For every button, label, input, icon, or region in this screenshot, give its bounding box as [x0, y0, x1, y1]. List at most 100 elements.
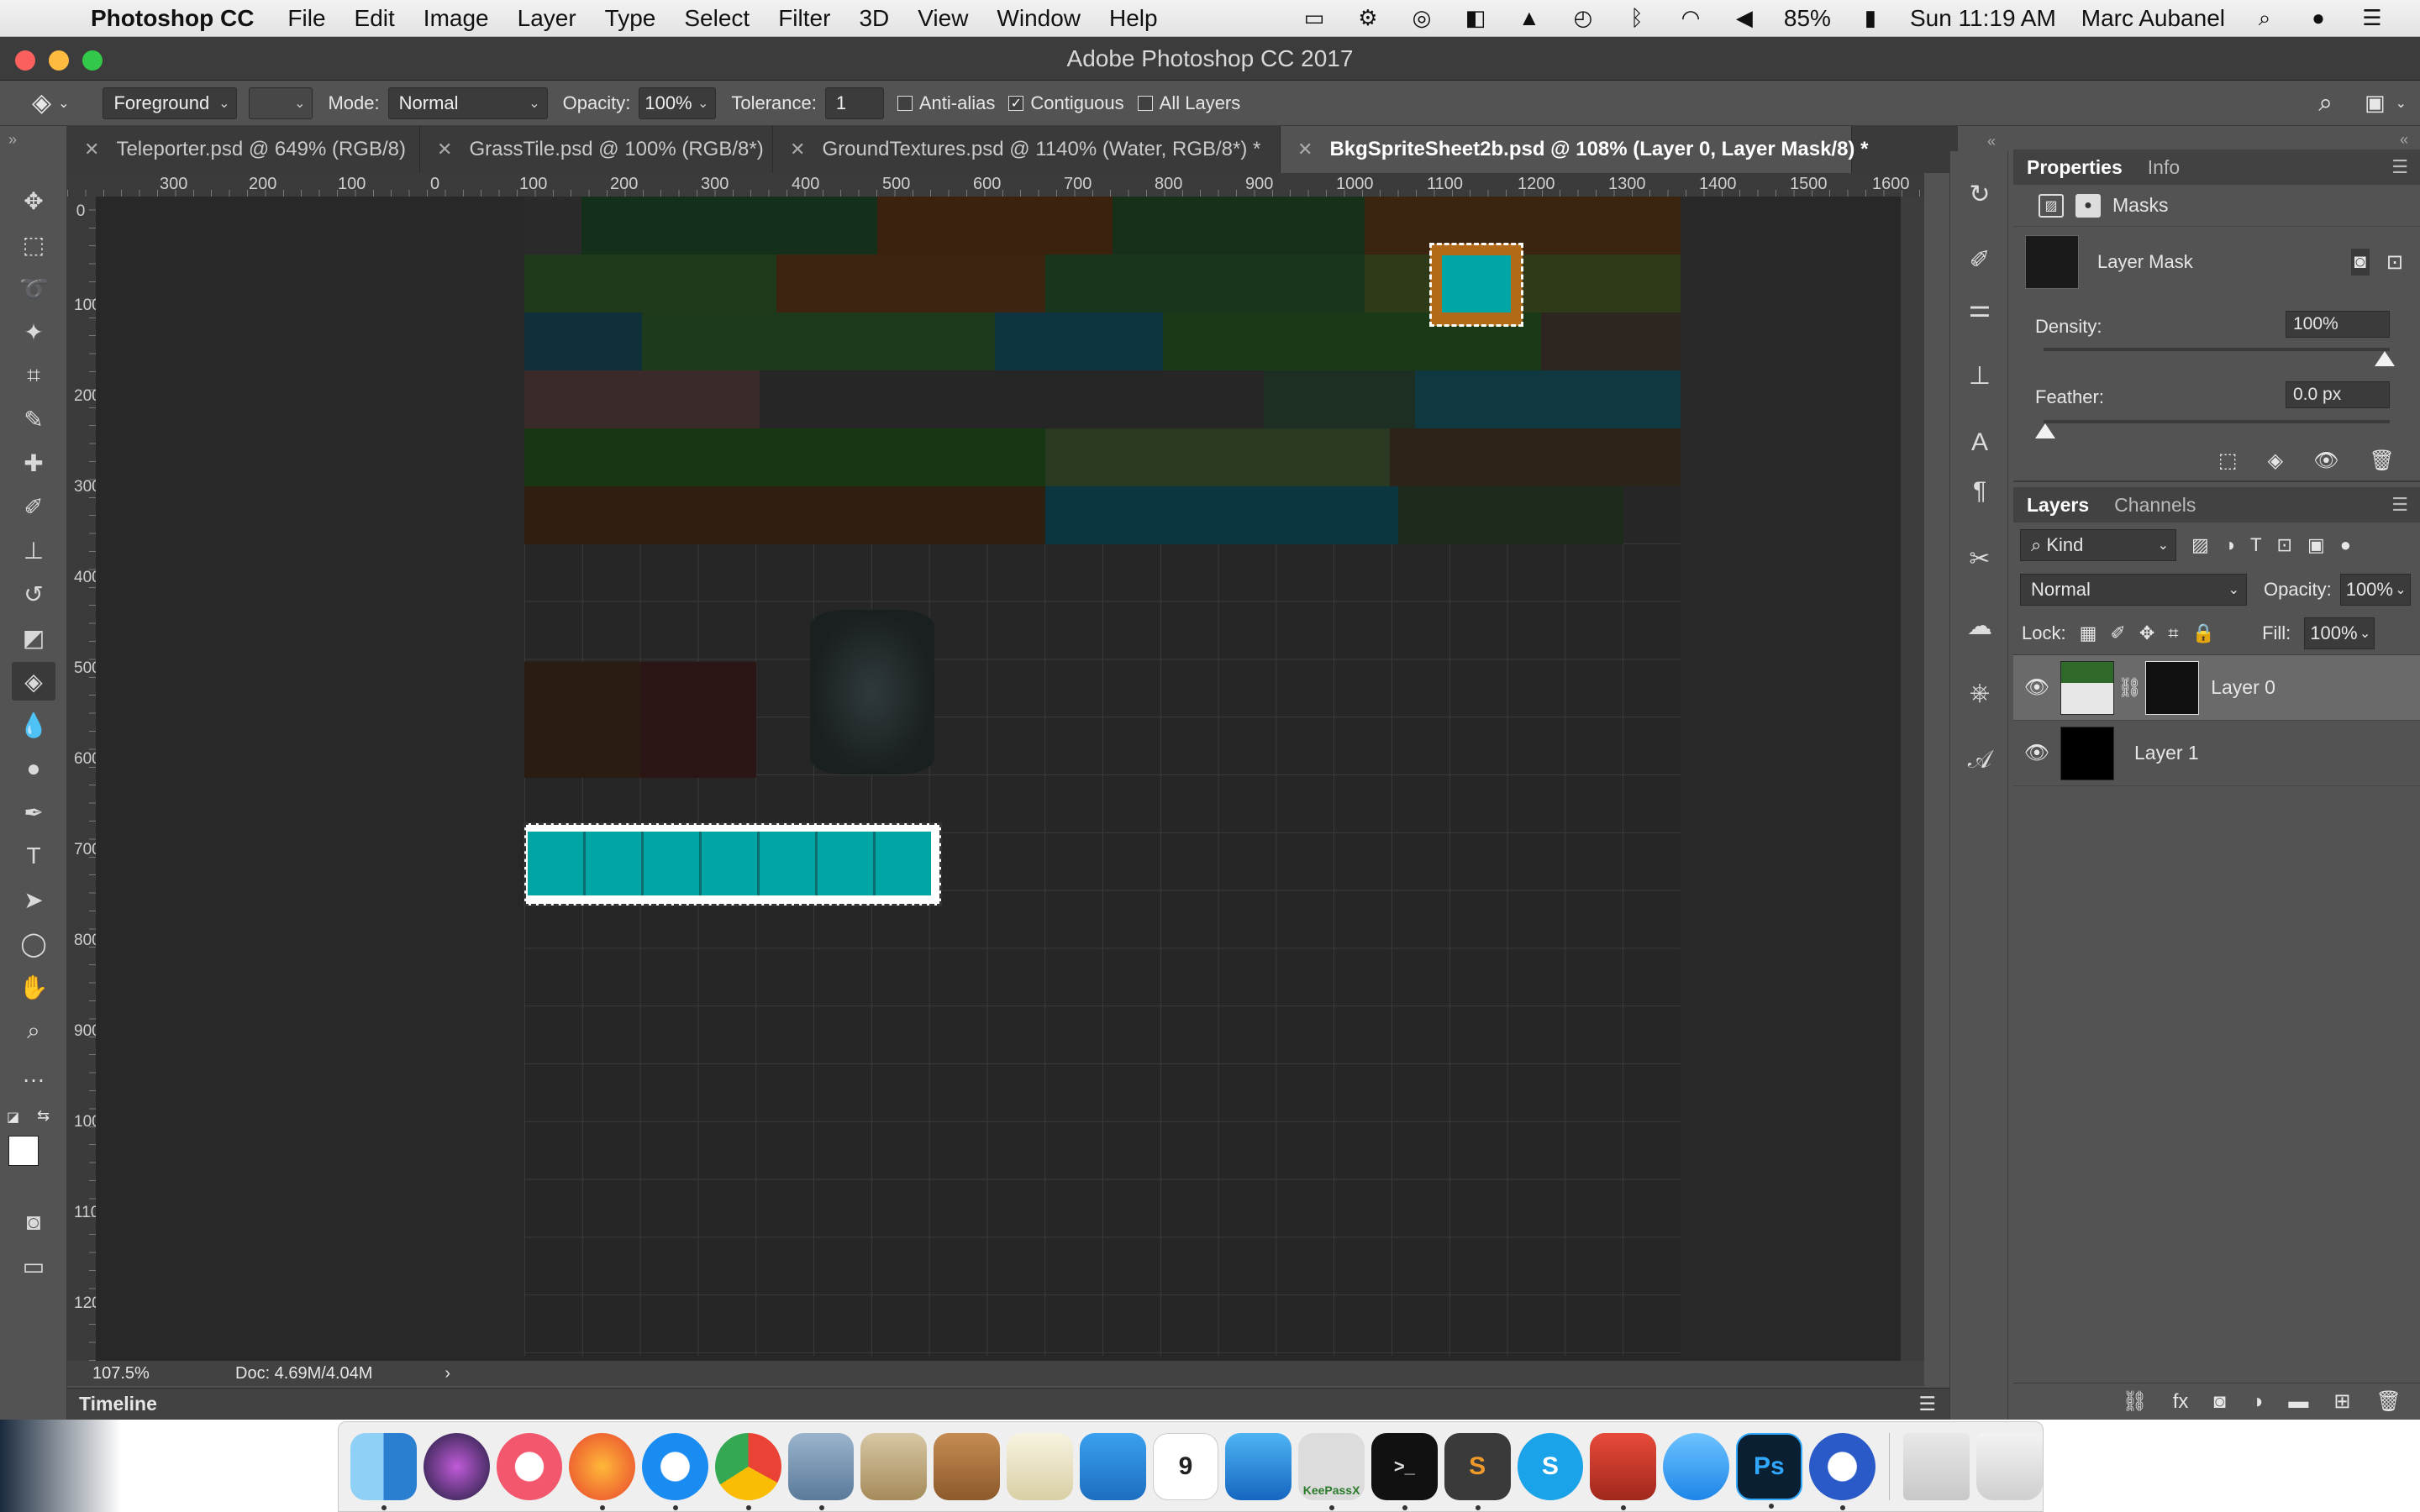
marquee-tool-icon[interactable]: ⬚ — [12, 225, 55, 264]
selected-water-tile[interactable] — [1429, 243, 1523, 327]
tab-bkgspritesheet[interactable]: ✕ BkgSpriteSheet2b.psd @ 108% (Layer 0, … — [1281, 126, 1868, 173]
layer-mask-thumbnail[interactable] — [2145, 660, 2200, 715]
paint-bucket-tool-icon[interactable]: ◈ — [12, 662, 55, 701]
select-pixel-mask-icon[interactable]: ◙ — [2350, 249, 2370, 276]
lock-all-icon[interactable]: 🔒 — [2192, 622, 2215, 644]
pixel-mask-icon[interactable]: ▨ — [2039, 193, 2064, 218]
xcode-icon[interactable] — [1225, 1433, 1292, 1500]
brush-presets-icon[interactable]: ✐ — [1962, 242, 1997, 277]
dodge-tool-icon[interactable]: ● — [12, 749, 55, 788]
load-selection-icon[interactable]: ⬚ — [2218, 449, 2238, 473]
messages-icon[interactable] — [1663, 1433, 1729, 1500]
adjustments-icon[interactable]: ⚌ — [1962, 291, 1997, 326]
mail-icon[interactable] — [860, 1433, 928, 1500]
libraries-icon[interactable]: ☁ — [1962, 608, 1997, 643]
menu-layer[interactable]: Layer — [518, 5, 576, 32]
close-icon[interactable]: ✕ — [84, 139, 99, 160]
close-window-button[interactable] — [15, 50, 35, 71]
eyedropper-tool-icon[interactable]: ✎ — [12, 400, 55, 438]
tab-groundtextures[interactable]: ✕ GroundTextures.psd @ 1140% (Water, RGB… — [773, 126, 1281, 173]
panel-menu-icon[interactable]: ☰ — [1918, 1393, 1936, 1415]
tab-grasstile[interactable]: ✕ GrassTile.psd @ 100% (RGB/8*) — [420, 126, 773, 173]
keynote-icon[interactable] — [1079, 1433, 1146, 1500]
close-icon[interactable]: ✕ — [1297, 139, 1313, 160]
layer-thumbnail[interactable] — [2060, 660, 2114, 715]
wifi-icon[interactable]: ◠ — [1676, 5, 1705, 30]
menu-type[interactable]: Type — [605, 5, 656, 32]
menu-edit[interactable]: Edit — [355, 5, 395, 32]
paths-icon[interactable]: ⎈ — [1962, 675, 1997, 711]
ellipse-tool-icon[interactable]: ◯ — [12, 924, 55, 963]
selected-strip[interactable] — [523, 822, 942, 906]
bluetooth-icon[interactable]: ᛒ — [1623, 5, 1651, 30]
timeline-title[interactable]: Timeline — [79, 1393, 157, 1415]
camtasia-icon[interactable] — [1808, 1433, 1876, 1510]
close-icon[interactable]: ✕ — [437, 139, 452, 160]
density-slider-knob[interactable] — [2375, 351, 2395, 366]
siri-icon[interactable]: ● — [2304, 5, 2333, 30]
contiguous-checkbox[interactable]: ✓ — [1008, 95, 1024, 111]
link-icon[interactable]: ⛓ — [2118, 676, 2142, 699]
lock-position-icon[interactable]: ✥ — [2139, 622, 2154, 644]
airplay-icon[interactable]: ▲ — [1515, 5, 1544, 30]
visibility-eye-icon[interactable]: 👁 — [2013, 741, 2060, 765]
paint-bucket-tool-preset-icon[interactable]: ◈ — [32, 88, 51, 118]
panel-menu-icon[interactable]: ☰ — [2391, 156, 2408, 178]
add-mask-icon[interactable]: ◙ — [2213, 1390, 2226, 1414]
terminal-icon[interactable]: >_ — [1370, 1433, 1438, 1510]
layer-name[interactable]: Layer 0 — [2211, 676, 2275, 699]
filter-kind-select[interactable]: ⌕ Kind ⌄ — [2020, 529, 2176, 561]
hand-tool-icon[interactable]: ✋ — [12, 968, 55, 1006]
menu-help[interactable]: Help — [1109, 5, 1158, 32]
vector-mask-icon[interactable]: ● — [2075, 193, 2101, 218]
crop-tool-icon[interactable]: ⌗ — [12, 356, 55, 395]
tool-presets-icon[interactable]: ✂ — [1962, 541, 1997, 576]
tab-properties[interactable]: Properties — [2027, 156, 2123, 179]
new-group-icon[interactable]: ▬ — [2288, 1390, 2308, 1414]
menu-image[interactable]: Image — [424, 5, 489, 32]
layer-style-icon[interactable]: fx — [2173, 1390, 2189, 1414]
history-brush-tool-icon[interactable]: ↺ — [12, 575, 55, 613]
move-tool-icon[interactable]: ✥ — [12, 181, 55, 220]
crop-icon[interactable]: ◧ — [1461, 5, 1490, 30]
lasso-tool-icon[interactable]: ➰ — [12, 269, 55, 307]
layer-name[interactable]: Layer 1 — [2134, 742, 2199, 764]
visibility-eye-icon[interactable]: 👁 — [2013, 675, 2060, 700]
photoshop-icon[interactable]: Ps — [1735, 1433, 1802, 1509]
menu-view[interactable]: View — [918, 5, 968, 32]
zoom-window-button[interactable] — [82, 50, 103, 71]
menu-window[interactable]: Window — [997, 5, 1081, 32]
siri-icon[interactable] — [423, 1433, 490, 1500]
minimize-window-button[interactable] — [49, 50, 69, 71]
panel-menu-icon[interactable]: ☰ — [2391, 494, 2408, 516]
layer-opacity-input[interactable]: 100% ⌄ — [2339, 574, 2411, 606]
itunes-icon[interactable] — [496, 1433, 563, 1500]
doc-size[interactable]: Doc: 4.69M/4.04M — [235, 1364, 372, 1383]
downloads-stack-icon[interactable] — [1903, 1433, 1970, 1500]
pattern-picker[interactable]: ⌄ — [249, 87, 313, 119]
spotlight-search-icon[interactable]: ⌕ — [2250, 5, 2279, 30]
battery-percent[interactable]: 85% — [1784, 5, 1831, 32]
type-tool-icon[interactable]: T — [12, 837, 55, 875]
menu-filter[interactable]: Filter — [778, 5, 830, 32]
new-layer-icon[interactable]: ⊞ — [2333, 1389, 2350, 1414]
chevron-down-icon[interactable]: ⌄ — [2396, 95, 2407, 112]
path-selection-tool-icon[interactable]: ➤ — [12, 880, 55, 919]
workspace-switcher-icon[interactable]: ▣ — [2365, 90, 2386, 116]
finder-icon[interactable] — [350, 1433, 417, 1510]
facetime-icon[interactable]: ▭ — [1300, 5, 1328, 30]
blend-mode-select[interactable]: Normal ⌄ — [2020, 574, 2247, 606]
density-slider[interactable] — [2044, 348, 2390, 351]
keepassx-icon[interactable]: KeePassX — [1298, 1433, 1365, 1510]
filter-smart-object-icon[interactable]: ▣ — [2307, 534, 2325, 556]
tab-info[interactable]: Info — [2148, 156, 2180, 179]
glyphs-icon[interactable]: 𝒜 — [1962, 743, 1997, 778]
add-vector-mask-icon[interactable]: ⊡ — [2386, 250, 2403, 275]
document-canvas[interactable] — [523, 197, 1681, 1356]
parallels-icon[interactable] — [1590, 1433, 1657, 1510]
mask-thumbnail[interactable] — [2025, 235, 2079, 289]
tab-teleporter[interactable]: ✕ Teleporter.psd @ 649% (RGB/8) — [67, 126, 420, 173]
magic-wand-tool-icon[interactable]: ✦ — [12, 312, 55, 351]
zoom-level[interactable]: 107.5% — [92, 1364, 202, 1383]
firefox-icon[interactable] — [569, 1433, 636, 1510]
